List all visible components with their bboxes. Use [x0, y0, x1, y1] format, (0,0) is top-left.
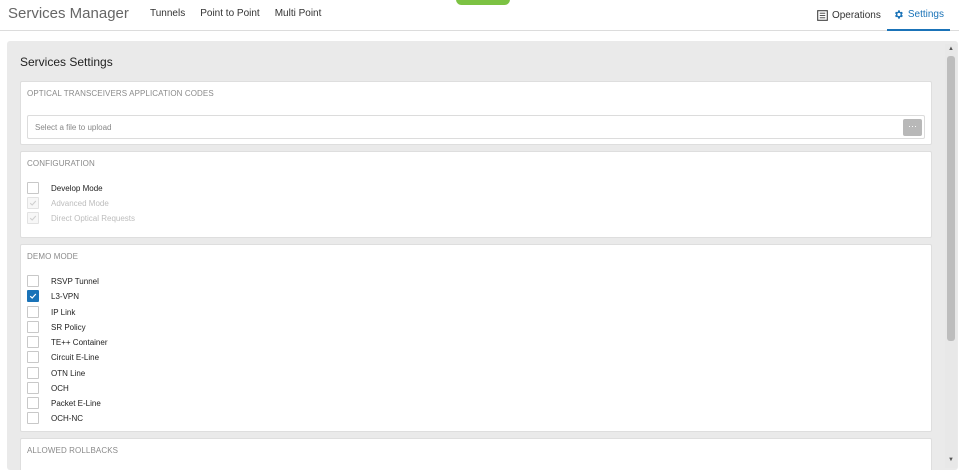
circuit-e-line-checkbox[interactable]	[27, 351, 39, 363]
browse-button[interactable]: ···	[903, 119, 922, 136]
demo-mode-header: DEMO MODE	[27, 252, 79, 261]
app-title: Services Manager	[8, 5, 129, 22]
optical-transceivers-header: OPTICAL TRANSCEIVERS APPLICATION CODES	[27, 89, 214, 98]
ip-link-label: IP Link	[51, 307, 76, 317]
scrollbar-thumb[interactable]	[947, 56, 955, 341]
rsvp-tunnel-checkbox[interactable]	[27, 275, 39, 287]
te-container-label: TE++ Container	[51, 337, 108, 347]
scroll-down-arrow[interactable]: ▼	[947, 456, 955, 464]
nav-settings[interactable]: Settings	[886, 0, 950, 31]
demo-option-circuit-e-line[interactable]: Circuit E-Line	[27, 351, 99, 363]
develop-mode-checkbox[interactable]	[27, 182, 39, 194]
och-label: OCH	[51, 383, 69, 393]
file-upload-field[interactable]: Select a file to upload ···	[27, 115, 925, 139]
file-upload-placeholder: Select a file to upload	[35, 123, 112, 132]
right-nav: Operations Settings	[811, 0, 950, 31]
packet-e-line-label: Packet E-Line	[51, 398, 101, 408]
packet-e-line-checkbox[interactable]	[27, 397, 39, 409]
sr-policy-checkbox[interactable]	[27, 321, 39, 333]
develop-mode-option[interactable]: Develop Mode	[27, 182, 103, 194]
l3-vpn-label: L3-VPN	[51, 291, 80, 301]
advanced-mode-option: Advanced Mode	[27, 197, 109, 209]
och-nc-checkbox[interactable]	[27, 412, 39, 424]
demo-option-ip-link[interactable]: IP Link	[27, 306, 75, 318]
nav-multi-point[interactable]: Multi Point	[275, 8, 322, 19]
demo-option-te-container[interactable]: TE++ Container	[27, 336, 107, 348]
te-container-checkbox[interactable]	[27, 336, 39, 348]
nav-tunnels[interactable]: Tunnels	[150, 8, 185, 19]
scroll-up-arrow[interactable]: ▲	[947, 45, 955, 53]
demo-option-och-nc[interactable]: OCH-NC	[27, 412, 83, 424]
sr-policy-label: SR Policy	[51, 322, 86, 332]
configuration-header: CONFIGURATION	[27, 159, 95, 168]
ip-link-checkbox[interactable]	[27, 306, 39, 318]
list-icon	[817, 10, 828, 21]
l3-vpn-checkbox[interactable]	[27, 290, 39, 302]
allowed-rollbacks-header: ALLOWED ROLLBACKS	[27, 446, 119, 455]
direct-optical-requests-option: Direct Optical Requests	[27, 212, 135, 224]
check-icon	[29, 293, 37, 299]
demo-mode-card: DEMO MODE RSVP Tunnel L3-VPN IP Link SR …	[20, 244, 932, 432]
nav-operations[interactable]: Operations	[811, 0, 887, 31]
optical-transceivers-card: OPTICAL TRANSCEIVERS APPLICATION CODES S…	[20, 81, 932, 145]
allowed-rollbacks-card: ALLOWED ROLLBACKS	[20, 438, 932, 470]
direct-optical-requests-checkbox	[27, 212, 39, 224]
status-pill[interactable]	[456, 0, 510, 5]
demo-option-rsvp-tunnel[interactable]: RSVP Tunnel	[27, 275, 99, 287]
nav-operations-label: Operations	[831, 10, 881, 21]
direct-optical-requests-label: Direct Optical Requests	[51, 213, 136, 223]
check-icon	[29, 215, 37, 221]
page-title: Services Settings	[20, 55, 113, 69]
advanced-mode-checkbox	[27, 197, 39, 209]
demo-option-sr-policy[interactable]: SR Policy	[27, 321, 86, 333]
och-nc-label: OCH-NC	[51, 413, 83, 423]
settings-panel: Services Settings OPTICAL TRANSCEIVERS A…	[7, 41, 958, 470]
otn-line-checkbox[interactable]	[27, 367, 39, 379]
demo-option-och[interactable]: OCH	[27, 382, 69, 394]
nav-point-to-point[interactable]: Point to Point	[200, 8, 259, 19]
demo-option-l3-vpn[interactable]: L3-VPN	[27, 290, 79, 302]
top-bar: Services Manager Tunnels Point to Point …	[0, 0, 959, 31]
gear-icon	[894, 10, 903, 19]
develop-mode-label: Develop Mode	[51, 183, 103, 193]
advanced-mode-label: Advanced Mode	[51, 198, 109, 208]
otn-line-label: OTN Line	[51, 368, 86, 378]
demo-option-packet-e-line[interactable]: Packet E-Line	[27, 397, 101, 409]
och-checkbox[interactable]	[27, 382, 39, 394]
main-nav: Tunnels Point to Point Multi Point	[150, 8, 321, 19]
nav-settings-label: Settings	[907, 9, 944, 20]
configuration-card: CONFIGURATION Develop Mode Advanced Mode…	[20, 151, 932, 238]
demo-option-otn-line[interactable]: OTN Line	[27, 367, 85, 379]
vertical-scrollbar[interactable]: ▲ ▼	[945, 44, 957, 468]
circuit-e-line-label: Circuit E-Line	[51, 352, 100, 362]
rsvp-tunnel-label: RSVP Tunnel	[51, 276, 99, 286]
check-icon	[29, 200, 37, 206]
